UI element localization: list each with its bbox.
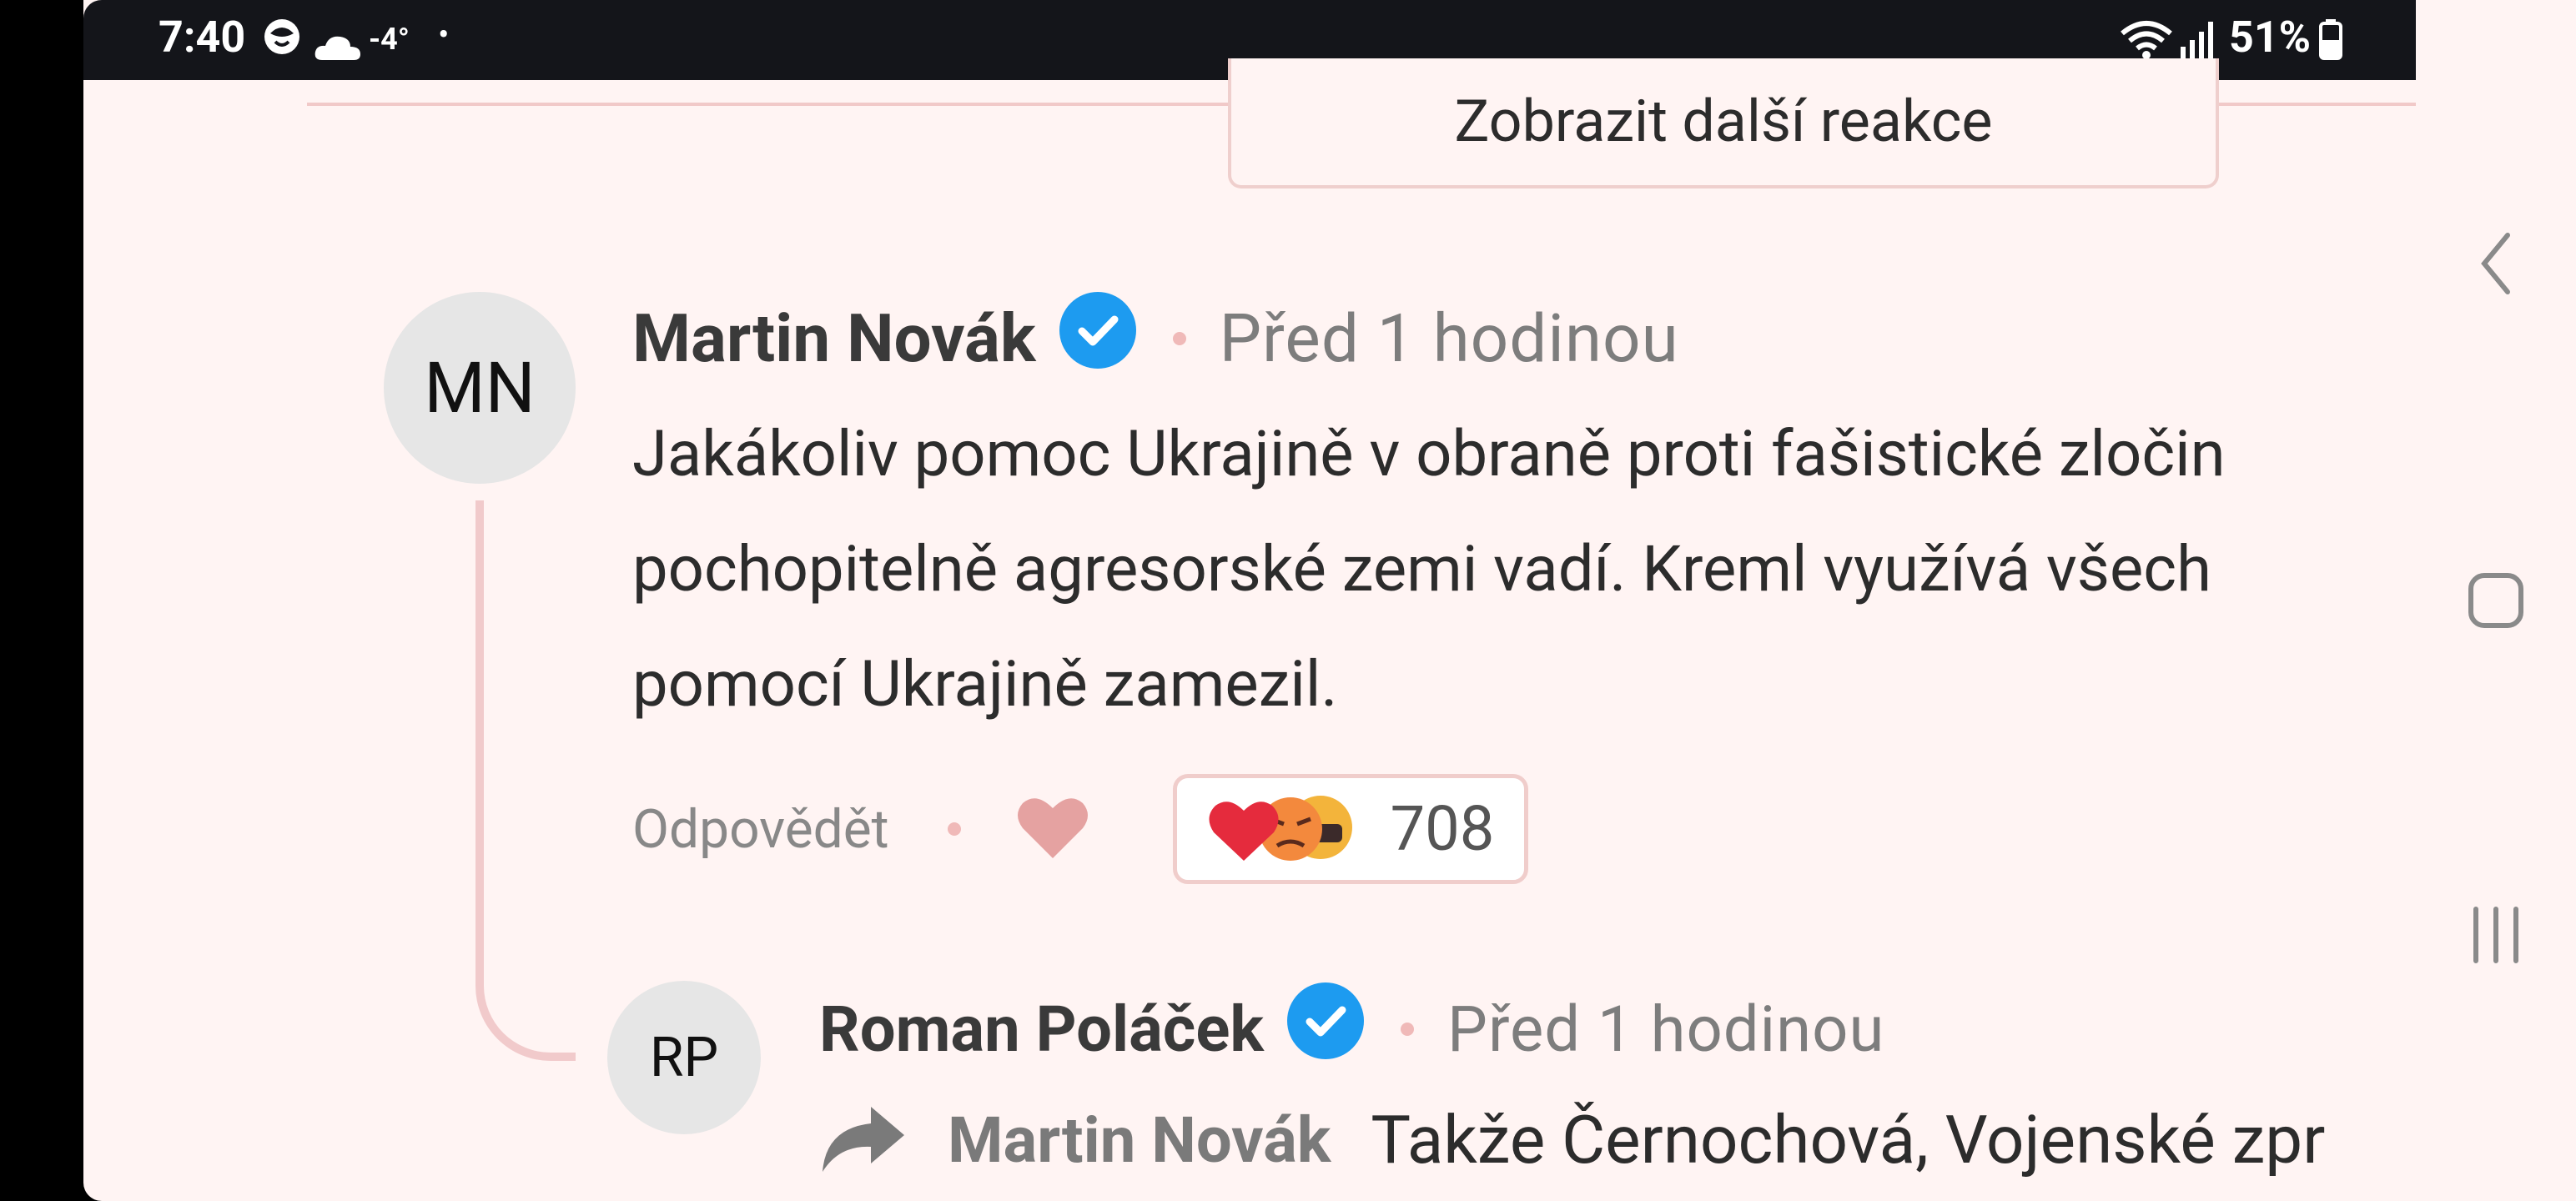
separator-dot [1172,332,1186,345]
comment-author[interactable]: Martin Novák [632,299,1036,378]
mascot-icon [262,17,302,68]
heart-icon[interactable] [1016,795,1089,863]
thread-divider-right [2219,103,2416,106]
cloud-icon [314,22,362,73]
reply-arrow-icon [819,1103,906,1177]
verified-icon [1287,982,1365,1075]
status-temperature: -4° [369,22,410,57]
comment-time: Před 1 hodinou [1219,299,1679,378]
reaction-count: 708 [1390,792,1495,866]
verified-icon [1059,292,1136,385]
reply-author[interactable]: Roman Poláček [819,992,1264,1067]
replying-to-author[interactable]: Martin Novák [948,1103,1331,1178]
separator-dot [1401,1022,1415,1036]
notification-dot: • [438,15,450,54]
comment-text: Jakákoliv pomoc Ukrajině v obraně proti … [632,395,2416,741]
avatar[interactable]: MN [384,292,576,484]
home-icon[interactable] [2416,570,2576,631]
comment-actions: Odpovědět 708 [632,774,1528,884]
comment-text-line: pochopitelně agresorské zemi vadí. Kreml… [632,531,2211,606]
app-screen: 7:40 -4° • 51% Zobrazit další reakce MN … [83,0,2416,1201]
status-time: 7:40 [158,12,246,63]
comment-text-line: pomocí Ukrajině zamezil. [632,646,1338,721]
avatar[interactable]: RP [607,981,761,1134]
reaction-emojis-icon [1207,791,1357,867]
comment-text-line: Jakákoliv pomoc Ukrajině v obraně proti … [632,416,2226,491]
separator-dot [947,822,961,836]
battery-icon [2319,18,2342,71]
reactions-summary[interactable]: 708 [1172,774,1528,884]
recents-icon[interactable] [2416,906,2576,964]
show-more-reactions-button[interactable]: Zobrazit další reakce [1228,58,2219,188]
comment-header: Martin Novák Před 1 hodinou [632,292,1679,385]
back-icon[interactable] [2416,230,2576,297]
reply-text: Takže Černochová, Vojenské zpr [1371,1101,2326,1179]
navigation-bar [2416,0,2576,1201]
battery-level: 51% [2229,12,2312,63]
thread-divider-left [307,103,1228,106]
reply-header: Roman Poláček Před 1 hodinou [819,982,1884,1075]
reply-body: Martin Novák Takže Černochová, Vojenské … [819,1101,2325,1179]
reply-button[interactable]: Odpovědět [632,798,889,861]
reply-time: Před 1 hodinou [1447,991,1885,1067]
thread-connector [475,500,576,1061]
